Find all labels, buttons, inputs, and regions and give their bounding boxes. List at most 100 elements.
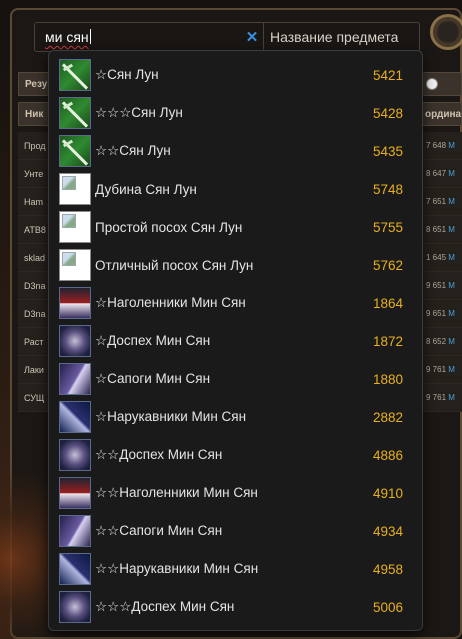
suggestion-item[interactable]: ☆☆Наголенники Мин Сян 4910 <box>49 474 422 512</box>
missing-image-icon <box>59 211 91 243</box>
suggestion-item[interactable]: ☆Нарукавники Мин Сян 2882 <box>49 398 422 436</box>
suggestion-id: 5006 <box>372 599 403 615</box>
jade-staff-icon <box>59 59 91 91</box>
suggestion-id: 5435 <box>372 143 403 159</box>
boots-icon <box>59 363 91 395</box>
suggestion-item[interactable]: ☆Сян Лун 5421 <box>49 56 422 94</box>
suggestion-name: ☆Наголенники Мин Сян <box>95 295 246 310</box>
armor-icon <box>59 439 91 471</box>
suggestion-id: 5762 <box>372 257 403 273</box>
row-coords-num: 9 651 <box>426 309 447 318</box>
suggestion-item[interactable]: ☆☆Доспех Мин Сян 4886 <box>49 436 422 474</box>
row-coords-tag: М <box>448 225 455 234</box>
suggestion-id: 5748 <box>372 181 403 197</box>
suggestion-name: ☆☆Сян Лун <box>95 143 171 158</box>
row-coords: 1 645 М <box>426 253 462 262</box>
search-input[interactable]: ми сян <box>35 29 241 45</box>
suggestion-item[interactable]: ☆☆Сапоги Мин Сян 4934 <box>49 512 422 550</box>
row-coords-tag: М <box>448 281 455 290</box>
missing-image-icon <box>59 249 91 281</box>
suggestion-item[interactable]: ☆☆Сян Лун 5435 <box>49 132 422 170</box>
row-coords: 8 652 М <box>426 337 462 346</box>
row-coords-num: 9 761 <box>426 393 447 402</box>
autocomplete-dropdown: ☆Сян Лун 5421 ☆☆☆Сян Лун 5428 ☆☆Сян Лун 5435 Д… <box>48 50 423 631</box>
toggle-area[interactable]: а <box>418 78 462 96</box>
suggestion-id: 1880 <box>372 371 403 387</box>
row-coords-tag: М <box>448 169 455 178</box>
row-coords: 8 651 М <box>426 225 462 234</box>
suggestion-id: 4886 <box>372 447 403 463</box>
row-coords-num: 9 761 <box>426 365 447 374</box>
clear-icon[interactable]: ✕ <box>241 28 263 46</box>
leggings-icon <box>59 477 91 509</box>
column-coords[interactable]: ординат <box>425 109 461 120</box>
row-coords: 9 761 М <box>426 393 462 402</box>
row-coords-tag: М <box>448 309 455 318</box>
row-coords: 7 651 М <box>426 197 462 206</box>
suggestion-item[interactable]: ☆Наголенники Мин Сян 1864 <box>49 284 422 322</box>
row-coords-tag: М <box>448 197 455 206</box>
suggestion-item[interactable]: Дубина Сян Лун 5748 <box>49 170 422 208</box>
suggestion-name: Простой посох Сян Лун <box>95 219 243 235</box>
jade-staff-icon <box>59 97 91 129</box>
leggings-icon <box>59 287 91 319</box>
row-coords: 9 651 М <box>426 281 462 290</box>
armor-icon <box>59 325 91 357</box>
suggestion-item[interactable]: Отличный посох Сян Лун 5762 <box>49 246 422 284</box>
bracers-icon <box>59 401 91 433</box>
suggestion-id: 1864 <box>372 295 403 311</box>
row-coords-tag: М <box>448 337 455 346</box>
suggestion-name: Дубина Сян Лун <box>95 181 197 197</box>
row-coords-tag: М <box>448 393 455 402</box>
row-coords-tag: М <box>448 365 455 374</box>
row-coords: 8 647 М <box>426 169 462 178</box>
row-coords-num: 1 645 <box>426 253 447 262</box>
suggestion-name: ☆☆☆Доспех Мин Сян <box>95 599 235 614</box>
suggestion-id: 5755 <box>372 219 403 235</box>
suggestion-name: ☆Сян Лун <box>95 67 159 82</box>
suggestion-item[interactable]: Простой посох Сян Лун 5755 <box>49 208 422 246</box>
suggestion-name: ☆☆Доспех Мин Сян <box>95 447 223 462</box>
suggestion-list: ☆Сян Лун 5421 ☆☆☆Сян Лун 5428 ☆☆Сян Лун 5435 Д… <box>49 56 422 626</box>
suggestion-name: ☆☆Наголенники Мин Сян <box>95 485 258 500</box>
column-nick[interactable]: Ник <box>19 109 43 120</box>
row-coords-num: 7 651 <box>426 197 447 206</box>
search-field-select[interactable]: Название предмета <box>264 29 419 45</box>
suggestion-id: 4934 <box>372 523 403 539</box>
suggestion-id: 5421 <box>372 67 403 83</box>
row-coords-num: 8 651 <box>426 225 447 234</box>
suggestion-name: ☆Сапоги Мин Сян <box>95 371 211 386</box>
suggestion-id: 4958 <box>372 561 403 577</box>
radio-option[interactable] <box>425 78 438 90</box>
row-coords-num: 8 652 <box>426 337 447 346</box>
row-coords: 9 651 М <box>426 309 462 318</box>
suggestion-item[interactable]: ☆Доспех Мин Сян 1872 <box>49 322 422 360</box>
row-coords-tag: М <box>448 253 455 262</box>
row-coords-num: 8 647 <box>426 169 447 178</box>
suggestion-name: ☆☆Сапоги Мин Сян <box>95 523 223 538</box>
suggestion-id: 1872 <box>372 333 403 349</box>
row-coords-num: 9 651 <box>426 281 447 290</box>
suggestion-name: ☆Доспех Мин Сян <box>95 333 211 348</box>
suggestion-id: 4910 <box>372 485 403 501</box>
suggestion-name: ☆☆Нарукавники Мин Сян <box>95 561 259 576</box>
search-query: ми сян <box>45 29 89 45</box>
suggestion-name: ☆Нарукавники Мин Сян <box>95 409 247 424</box>
row-coords: 7 648 М <box>426 141 462 150</box>
ornament-icon <box>430 14 462 50</box>
results-label: Резу <box>25 78 48 90</box>
suggestion-item[interactable]: ☆Сапоги Мин Сян 1880 <box>49 360 422 398</box>
row-coords-tag: М <box>448 141 455 150</box>
suggestion-item[interactable]: ☆☆Нарукавники Мин Сян 4958 <box>49 550 422 588</box>
bracers-icon <box>59 553 91 585</box>
missing-image-icon <box>59 173 91 205</box>
boots-icon <box>59 515 91 547</box>
suggestion-id: 2882 <box>372 409 403 425</box>
suggestion-name: ☆☆☆Сян Лун <box>95 105 183 120</box>
armor-icon <box>59 591 91 623</box>
suggestion-item[interactable]: ☆☆☆Сян Лун 5428 <box>49 94 422 132</box>
text-caret <box>89 29 91 44</box>
suggestion-id: 5428 <box>372 105 403 121</box>
suggestion-item[interactable]: ☆☆☆Доспех Мин Сян 5006 <box>49 588 422 626</box>
row-coords: 9 761 М <box>426 365 462 374</box>
